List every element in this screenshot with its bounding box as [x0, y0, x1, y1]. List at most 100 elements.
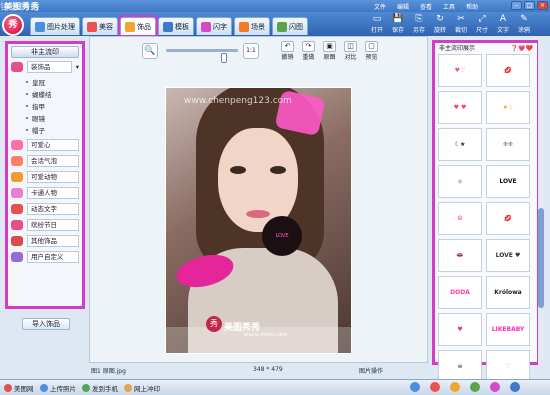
gallery-scrollbar[interactable]: [538, 40, 544, 365]
tab-scene[interactable]: 场景: [234, 17, 270, 35]
sub-item-glasses[interactable]: 眼镜: [26, 112, 82, 124]
sub-item-crown[interactable]: 皇冠: [26, 76, 82, 88]
menu-edit[interactable]: 编辑: [397, 2, 409, 11]
doodle-button[interactable]: ✎ 涂鸦: [515, 14, 533, 34]
sub-item-nail[interactable]: 指甲: [26, 100, 82, 112]
sticker-thumbnail[interactable]: ☾★: [438, 128, 482, 161]
category-cute-heart[interactable]: 可爱心: [11, 138, 79, 152]
canvas-area: 🔍 1:1 ↶ 撤销 ↷ 重做 ▣ 原图 ◫ 对比 ▢ 预览 LOVE 秀 美图秀秀 xi…: [89, 36, 428, 363]
menu-file[interactable]: 文件: [374, 2, 386, 11]
sticker-grid: ♥♡ 💋 ♥ ♥ ★☆ ☾★ ❉❉ ◉ LOVE ☮ 💋 👄 LOVE ♥ DODA Królowa ♥ LI…: [435, 54, 537, 383]
link-upload-photo[interactable]: 上传照片: [40, 383, 76, 393]
sticker-thumbnail[interactable]: ❉❉: [486, 128, 530, 161]
sticker-thumbnail[interactable]: 💋: [486, 202, 530, 235]
link-meitu[interactable]: 美图网: [4, 383, 34, 393]
maximize-button[interactable]: □: [524, 1, 535, 10]
original-button[interactable]: ▣ 原图: [320, 41, 339, 63]
sticker-thumbnail[interactable]: ♥: [438, 313, 482, 346]
compare-button[interactable]: ◫ 对比: [341, 41, 360, 63]
sticker-thumbnail[interactable]: ☮: [438, 202, 482, 235]
social-icon-2[interactable]: [430, 382, 440, 392]
category-animated-text[interactable]: 动态文字: [11, 202, 79, 216]
sticker-thumbnail[interactable]: LOVE ♥: [486, 239, 530, 272]
social-icon-1[interactable]: [410, 382, 420, 392]
sticker-thumbnail[interactable]: LOVE: [486, 165, 530, 198]
actual-size-button[interactable]: 1:1: [243, 43, 259, 59]
open-button[interactable]: ▭ 打开: [368, 14, 386, 34]
sticker-thumbnail[interactable]: ◉: [438, 165, 482, 198]
template-icon: [163, 21, 173, 32]
scene-icon: [239, 21, 249, 32]
sticker-thumbnail[interactable]: LIKEBABY: [486, 313, 530, 346]
sticker-thumbnail[interactable]: ♥ ♥: [438, 91, 482, 124]
zoom-slider[interactable]: [166, 49, 238, 63]
close-button[interactable]: ×: [537, 1, 548, 10]
sticker-thumbnail[interactable]: 💋: [486, 54, 530, 87]
category-cartoon[interactable]: 卡通人物: [11, 186, 79, 200]
sticker-thumbnail[interactable]: Królowa: [486, 276, 530, 309]
sub-item-hat[interactable]: 帽子: [26, 124, 82, 136]
upload-icon: [40, 384, 48, 392]
sticker-thumbnail[interactable]: ★☆: [486, 91, 530, 124]
flash-text-icon: [201, 21, 211, 32]
preview-button[interactable]: ▢ 预览: [362, 41, 381, 63]
heart-icon: [11, 140, 23, 150]
resize-button[interactable]: ⤢ 尺寸: [473, 14, 491, 34]
phone-icon: [82, 384, 90, 392]
sub-item-bow[interactable]: 蝴蝶结: [26, 88, 82, 100]
sticker-thumbnail[interactable]: 👄: [438, 239, 482, 272]
tab-image-process[interactable]: 图片处理: [30, 17, 80, 35]
category-dropdown[interactable]: 装饰品 ▾: [11, 60, 79, 74]
crop-icon: ✂: [457, 14, 465, 24]
category-custom[interactable]: 用户自定义: [11, 250, 79, 264]
tab-flash-image[interactable]: 闪图: [272, 17, 308, 35]
scrollbar-thumb[interactable]: [538, 208, 544, 308]
window-controls: – □ ×: [511, 1, 548, 10]
rotate-button[interactable]: ↻ 旋转: [431, 14, 449, 34]
save-button[interactable]: 💾 保存: [389, 14, 407, 34]
preview-icon: ▢: [365, 41, 378, 52]
minimize-button[interactable]: –: [511, 1, 522, 10]
social-icon-6[interactable]: [510, 382, 520, 392]
flash-image-icon: [277, 21, 287, 32]
link-send-to-phone[interactable]: 发到手机: [82, 383, 118, 393]
text-button[interactable]: A 文字: [494, 14, 512, 34]
category-festival[interactable]: 缤纷节日: [11, 218, 79, 232]
doodle-icon: ✎: [520, 14, 528, 24]
tab-beauty[interactable]: 美容: [82, 17, 118, 35]
save-as-button[interactable]: ⎘ 另存: [410, 14, 428, 34]
zoom-slider-handle[interactable]: [221, 53, 227, 63]
category-header[interactable]: 非主流印: [11, 46, 79, 58]
tab-template[interactable]: 模板: [158, 17, 194, 35]
status-filename: 图1 原图.jpg: [91, 368, 126, 375]
social-icon-4[interactable]: [470, 382, 480, 392]
app-logo: 秀: [2, 14, 24, 36]
cartoon-icon: [11, 188, 23, 198]
menu-bar: 文件 编辑 查看 工具 帮助: [374, 2, 478, 11]
sticker-gallery: 非主流印展示 ❓💗❤️ ♥♡ 💋 ♥ ♥ ★☆ ☾★ ❉❉ ◉ LOVE ☮ 💋 👄 LOVE ♥ DOD…: [432, 40, 540, 383]
menu-tools[interactable]: 工具: [443, 2, 455, 11]
photo-canvas[interactable]: LOVE 秀 美图秀秀 xiuxiu.meitu.com www.chenpen…: [165, 87, 352, 354]
love-badge-sticker[interactable]: LOVE: [262, 216, 302, 256]
import-accessory-button[interactable]: 导入饰品: [22, 318, 70, 330]
bottom-bar: 美图网 上传照片 发到手机 网上冲印: [0, 379, 550, 395]
link-online-print[interactable]: 网上冲印: [124, 383, 160, 393]
undo-button[interactable]: ↶ 撤销: [278, 41, 297, 63]
menu-view[interactable]: 查看: [420, 2, 432, 11]
sticker-thumbnail[interactable]: ♥♡: [438, 54, 482, 87]
menu-help[interactable]: 帮助: [466, 2, 478, 11]
redo-button[interactable]: ↷ 重做: [299, 41, 318, 63]
category-other[interactable]: 其他饰品: [11, 234, 79, 248]
sticker-thumbnail[interactable]: DODA: [438, 276, 482, 309]
open-icon: ▭: [372, 14, 382, 24]
tab-flash-text[interactable]: 闪字: [196, 17, 232, 35]
social-icon-5[interactable]: [490, 382, 500, 392]
tab-accessories[interactable]: 饰品: [118, 15, 158, 37]
image-process-icon: [35, 21, 45, 32]
social-icon-3[interactable]: [450, 382, 460, 392]
zoom-out-button[interactable]: 🔍: [142, 43, 158, 59]
crop-button[interactable]: ✂ 裁切: [452, 14, 470, 34]
category-cute-animal[interactable]: 可爱动物: [11, 170, 79, 184]
title-bar: 美图秀秀 文件 编辑 查看 工具 帮助 – □ ×: [0, 0, 550, 12]
category-speech-bubble[interactable]: 会话气泡: [11, 154, 79, 168]
